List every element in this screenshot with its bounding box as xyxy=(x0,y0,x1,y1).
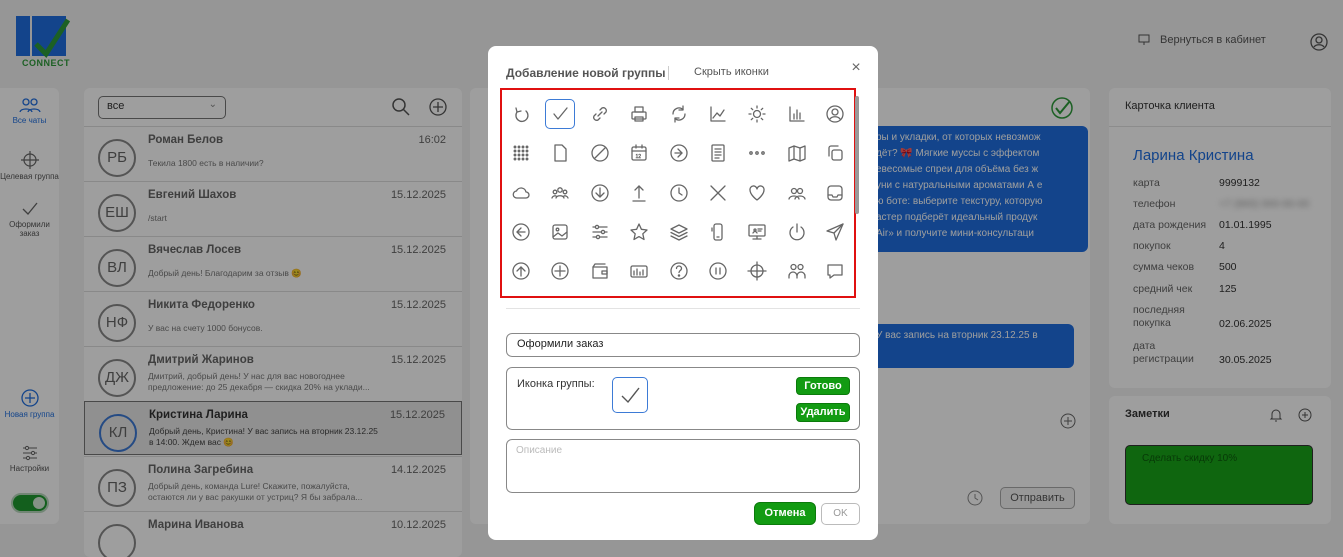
delete-button[interactable]: Удалить xyxy=(796,403,850,422)
pause-circle-icon[interactable] xyxy=(703,256,733,286)
arrow-right-circle-icon[interactable] xyxy=(664,138,694,168)
arrow-down-circle-icon[interactable] xyxy=(585,178,615,208)
refresh-ccw-icon[interactable] xyxy=(506,99,536,129)
description-field[interactable]: Описание xyxy=(506,439,860,493)
layers-icon[interactable] xyxy=(664,217,694,247)
plus-circle-icon[interactable] xyxy=(545,256,575,286)
user-circle-icon[interactable] xyxy=(820,99,850,129)
people-group-icon[interactable] xyxy=(545,178,575,208)
add-group-modal: Добавление новой группы Скрыть иконки × … xyxy=(488,46,878,540)
bar-chart-icon[interactable] xyxy=(782,99,812,129)
group-icon-label: Иконка группы: xyxy=(517,378,595,390)
close-icon[interactable]: × xyxy=(848,60,864,76)
image-icon[interactable] xyxy=(545,217,575,247)
sliders-icon[interactable] xyxy=(585,217,615,247)
document-lines-icon[interactable] xyxy=(703,138,733,168)
done-button[interactable]: Готово xyxy=(796,377,850,395)
more-horizontal-icon[interactable] xyxy=(742,138,772,168)
calendar-icon[interactable]: 12 xyxy=(624,138,654,168)
icon-picker-grid: 12 xyxy=(500,88,856,298)
clock-icon[interactable] xyxy=(664,178,694,208)
group-name-input[interactable]: Оформили заказ xyxy=(506,333,860,357)
icon-grid-scrollbar[interactable] xyxy=(855,96,859,214)
target-icon[interactable] xyxy=(742,256,772,286)
file-icon[interactable] xyxy=(545,138,575,168)
power-icon[interactable] xyxy=(782,217,812,247)
mobile-icon[interactable] xyxy=(703,217,733,247)
heart-icon[interactable] xyxy=(742,178,772,208)
selected-checkmark-icon xyxy=(612,377,648,413)
users-icon[interactable] xyxy=(782,178,812,208)
forbidden-icon[interactable] xyxy=(585,138,615,168)
printer-icon[interactable] xyxy=(624,99,654,129)
arrow-up-circle-icon[interactable] xyxy=(506,256,536,286)
star-icon[interactable] xyxy=(624,217,654,247)
group-icon-field: Иконка группы: Готово Удалить xyxy=(506,367,860,430)
upload-arrow-icon[interactable] xyxy=(624,178,654,208)
inbox-icon[interactable] xyxy=(820,178,850,208)
title-separator xyxy=(668,66,669,80)
sync-icon[interactable] xyxy=(664,99,694,129)
help-circle-icon[interactable] xyxy=(664,256,694,286)
ok-button[interactable]: OK xyxy=(821,503,860,525)
team-icon[interactable] xyxy=(782,256,812,286)
sun-icon[interactable] xyxy=(742,99,772,129)
hide-icons-link[interactable]: Скрыть иконки xyxy=(694,66,769,78)
monitor-icon[interactable] xyxy=(742,217,772,247)
cloud-icon[interactable] xyxy=(506,178,536,208)
arrow-left-circle-icon[interactable] xyxy=(506,217,536,247)
chat-bubble-icon[interactable] xyxy=(820,256,850,286)
map-icon[interactable] xyxy=(782,138,812,168)
modal-title: Добавление новой группы xyxy=(506,66,666,80)
link-icon[interactable] xyxy=(585,99,615,129)
checkmark-icon[interactable] xyxy=(545,99,575,129)
dots-grid-icon[interactable] xyxy=(506,138,536,168)
svg-text:12: 12 xyxy=(636,154,642,160)
ticket-icon[interactable] xyxy=(624,256,654,286)
cross-icon[interactable] xyxy=(703,178,733,208)
wallet-icon[interactable] xyxy=(585,256,615,286)
copy-icon[interactable] xyxy=(820,138,850,168)
divider xyxy=(506,308,860,309)
line-chart-icon[interactable] xyxy=(703,99,733,129)
cancel-button[interactable]: Отмена xyxy=(754,502,816,525)
send-arrow-icon[interactable] xyxy=(820,217,850,247)
